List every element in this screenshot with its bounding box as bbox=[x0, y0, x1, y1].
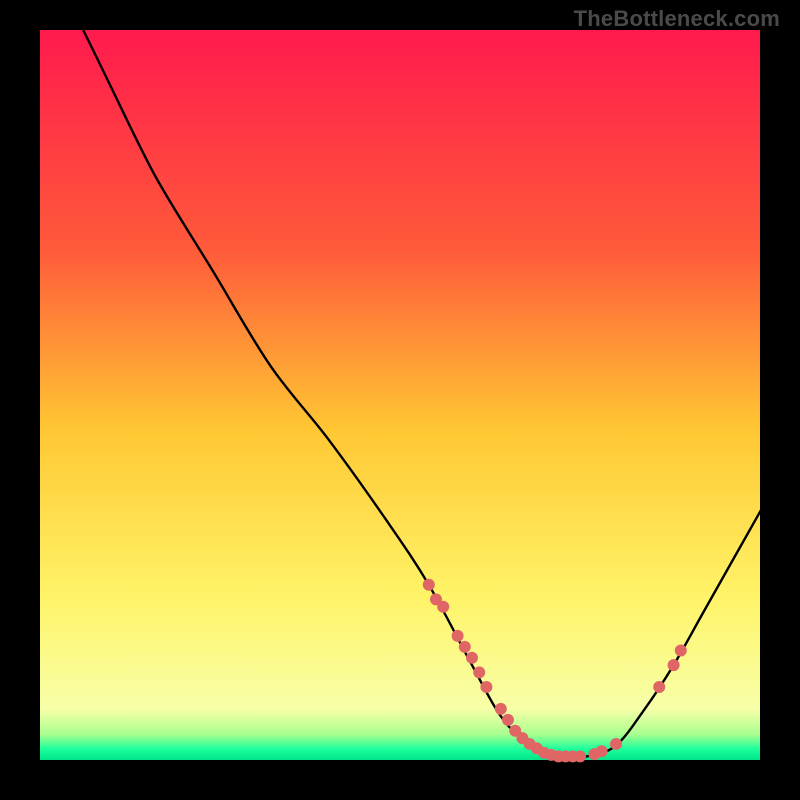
curve-marker bbox=[502, 714, 514, 726]
curve-marker bbox=[596, 745, 608, 757]
watermark-text: TheBottleneck.com bbox=[574, 6, 780, 32]
curve-marker bbox=[437, 601, 449, 613]
curve-marker bbox=[495, 703, 507, 715]
curve-marker bbox=[459, 641, 471, 653]
curve-marker bbox=[466, 652, 478, 664]
curve-marker bbox=[610, 738, 622, 750]
plot-background bbox=[40, 30, 760, 760]
curve-marker bbox=[480, 681, 492, 693]
curve-marker bbox=[668, 659, 680, 671]
chart-container: TheBottleneck.com bbox=[0, 0, 800, 800]
curve-marker bbox=[653, 681, 665, 693]
curve-marker bbox=[675, 645, 687, 657]
chart-svg bbox=[0, 0, 800, 800]
curve-marker bbox=[423, 579, 435, 591]
curve-marker bbox=[574, 750, 586, 762]
curve-marker bbox=[452, 630, 464, 642]
curve-marker bbox=[473, 666, 485, 678]
